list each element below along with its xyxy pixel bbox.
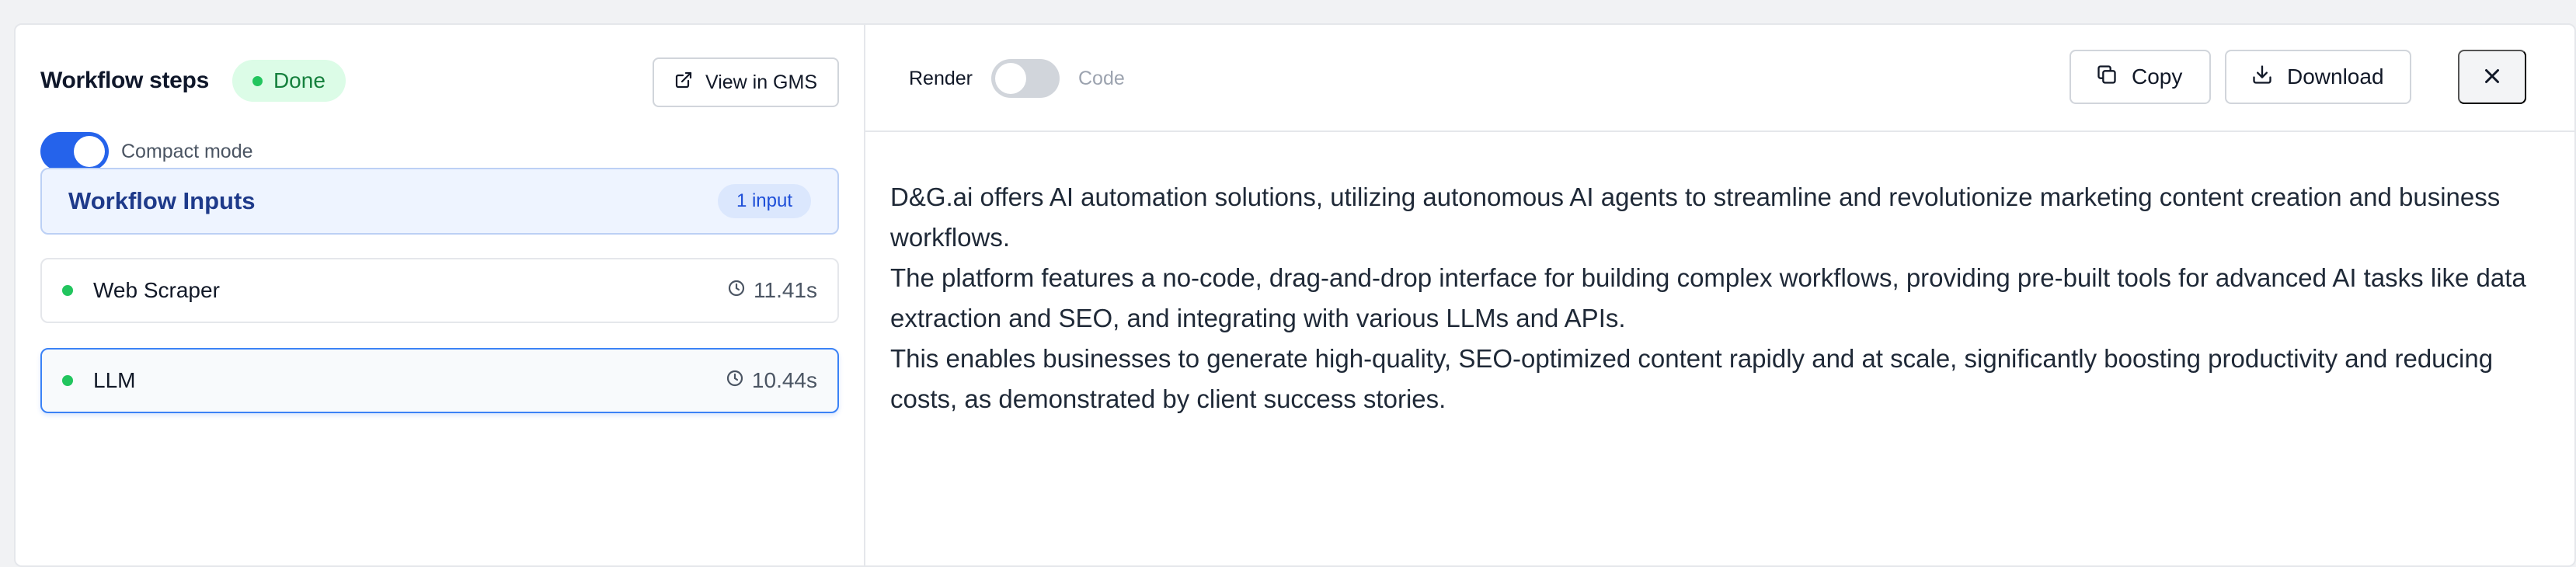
workflow-inputs-title: Workflow Inputs (68, 187, 256, 214)
step-duration-value: 10.44s (751, 368, 817, 392)
panel-title: Workflow steps (40, 68, 209, 93)
render-code-toggle[interactable] (991, 59, 1060, 98)
output-paragraph: This enables businesses to generate high… (890, 344, 2494, 413)
clock-icon (726, 368, 744, 393)
steps-header: Workflow steps Done View in GMS (40, 57, 839, 107)
copy-icon (2096, 64, 2118, 91)
close-button[interactable] (2458, 50, 2526, 104)
clock-icon (727, 278, 746, 303)
step-web-scraper[interactable]: Web Scraper 11.41s (40, 258, 839, 323)
status-label: Done (273, 68, 325, 92)
step-status-dot (62, 285, 73, 296)
download-icon (2251, 64, 2273, 91)
copy-button[interactable]: Copy (2070, 50, 2211, 104)
code-label: Code (1078, 67, 1125, 89)
compact-mode-label: Compact mode (121, 140, 253, 162)
inputs-count-badge: 1 input (717, 184, 811, 218)
workflow-steps-panel: Workflow steps Done View in GMS Compact … (16, 25, 865, 565)
step-duration: 10.44s (726, 368, 817, 393)
download-label: Download (2287, 64, 2384, 89)
workflow-inputs-card[interactable]: Workflow Inputs 1 input (40, 168, 839, 235)
external-link-icon (674, 71, 693, 95)
step-name: LLM (93, 368, 136, 392)
step-name: Web Scraper (93, 278, 220, 302)
step-llm[interactable]: LLM 10.44s (40, 348, 839, 413)
toggle-knob (74, 136, 105, 167)
copy-label: Copy (2132, 64, 2183, 89)
render-code-switch: Render Code (909, 59, 1125, 98)
step-duration-value: 11.41s (754, 278, 817, 302)
view-in-gms-button[interactable]: View in GMS (652, 57, 839, 107)
status-dot (252, 75, 263, 86)
output-toolbar: Render Code Copy Download (865, 25, 2574, 132)
render-label: Render (909, 67, 973, 89)
view-in-gms-label: View in GMS (705, 71, 817, 93)
step-status-dot (62, 375, 73, 386)
step-duration: 11.41s (727, 278, 817, 303)
compact-mode-row: Compact mode (40, 132, 253, 171)
output-paragraph: The platform features a no-code, drag-an… (890, 263, 2526, 332)
output-panel: Render Code Copy Download D&G.ai offers … (865, 25, 2574, 565)
workflow-modal: Workflow steps Done View in GMS Compact … (14, 23, 2576, 567)
compact-mode-toggle[interactable] (40, 132, 109, 171)
status-badge: Done (231, 60, 346, 102)
download-button[interactable]: Download (2225, 50, 2411, 104)
output-content: D&G.ai offers AI automation solutions, u… (890, 177, 2543, 419)
toggle-knob (995, 63, 1026, 94)
output-paragraph: D&G.ai offers AI automation solutions, u… (890, 183, 2501, 252)
close-icon (2480, 64, 2504, 90)
